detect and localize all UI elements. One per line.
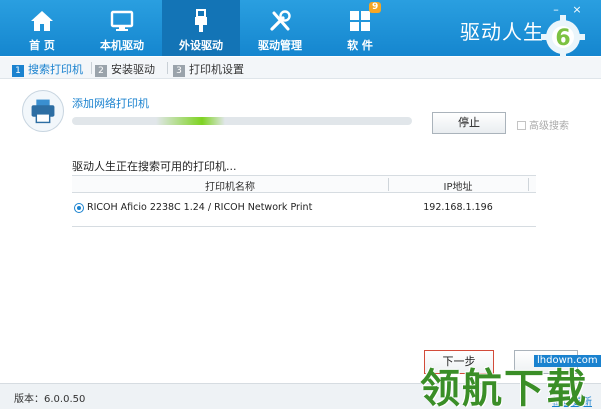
printer-table: 打印机名称 IP地址 RICOH Aficio 2238C 1.24 / RIC… — [72, 175, 536, 227]
step-label: 搜索打印机 — [28, 63, 83, 76]
stop-button[interactable]: 停止 — [432, 112, 506, 134]
step-search-printer[interactable]: 1 搜索打印机 — [12, 61, 83, 77]
nav-label: 外设驱动 — [179, 39, 223, 52]
monitor-icon — [110, 10, 134, 31]
step-label: 打印机设置 — [189, 63, 244, 76]
home-icon — [31, 11, 53, 31]
column-header-ip[interactable]: IP地址 — [388, 178, 528, 193]
step-number: 1 — [12, 65, 24, 77]
add-network-printer-link[interactable]: 添加网络打印机 — [72, 95, 149, 111]
column-header-printer-name[interactable]: 打印机名称 — [72, 178, 388, 193]
nav-label: 驱动管理 — [258, 39, 302, 52]
nav-software[interactable]: 9 软 件 — [332, 0, 388, 56]
nav-driver-management[interactable]: 驱动管理 — [248, 0, 312, 56]
column-divider — [528, 178, 529, 191]
checkbox-box — [517, 121, 526, 130]
step-install-driver[interactable]: 2 安装驱动 — [95, 61, 155, 77]
advanced-search-label: 高级搜索 — [529, 121, 569, 132]
step-bar: 1 搜索打印机 2 安装驱动 3 打印机设置 — [0, 57, 601, 79]
nav-peripheral-drivers[interactable]: 外设驱动 — [162, 0, 240, 56]
gear-logo-icon: 6 — [541, 15, 585, 59]
step-divider — [91, 62, 92, 74]
printer-name-cell: RICOH Aficio 2238C 1.24 / RICOH Network … — [87, 202, 313, 213]
table-row[interactable]: RICOH Aficio 2238C 1.24 / RICOH Network … — [72, 200, 536, 218]
step-label: 安装驱动 — [111, 63, 155, 76]
logo-text: 6 — [555, 26, 570, 51]
step-printer-settings[interactable]: 3 打印机设置 — [173, 61, 244, 77]
nav-label: 首 页 — [29, 39, 55, 52]
table-header: 打印机名称 IP地址 — [72, 175, 536, 193]
search-progress-bar — [72, 117, 412, 125]
advanced-search-checkbox[interactable]: 高级搜索 — [517, 117, 569, 132]
progress-fill — [72, 117, 225, 125]
top-nav-bar: 首 页 本机驱动 外设驱动 驱动管理 9 软 件 – × 驱动人生 6 — [0, 0, 601, 59]
brand-name: 驱动人生 — [460, 20, 544, 44]
nav-label: 软 件 — [347, 39, 373, 52]
usb-icon — [195, 9, 207, 32]
nav-label: 本机驱动 — [100, 39, 144, 52]
nav-local-drivers[interactable]: 本机驱动 — [92, 0, 152, 56]
step-number: 3 — [173, 65, 185, 77]
step-number: 2 — [95, 65, 107, 77]
watermark-site: lhdown.com — [534, 355, 601, 367]
nav-home[interactable]: 首 页 — [14, 0, 70, 56]
printer-icon-badge — [22, 90, 64, 132]
software-update-badge: 9 — [369, 2, 382, 13]
step-divider — [167, 62, 168, 74]
printer-ip-cell: 192.168.1.196 — [423, 202, 493, 213]
printer-icon — [31, 99, 55, 124]
tools-icon — [270, 10, 291, 31]
printer-radio-selected[interactable] — [74, 203, 84, 213]
version-label: 版本：6.0.0.50 — [14, 394, 86, 405]
search-status-text: 驱动人生正在搜索可用的打印机... — [72, 160, 237, 173]
